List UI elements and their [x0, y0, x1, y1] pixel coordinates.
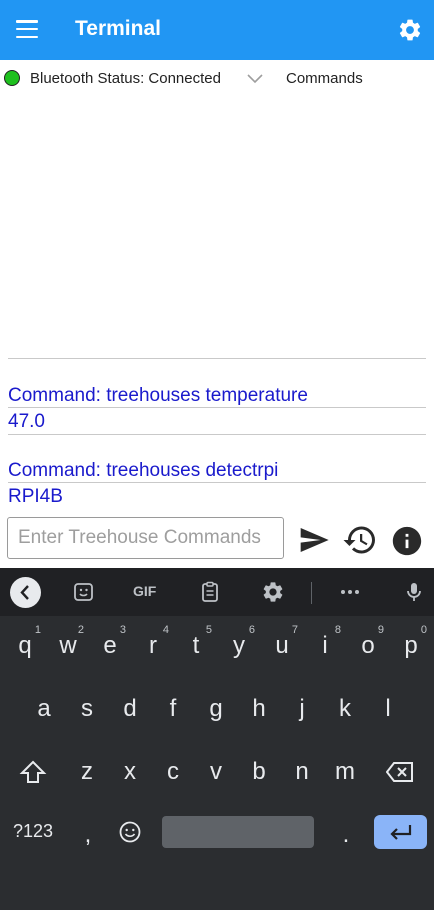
- key-n[interactable]: n: [281, 758, 323, 786]
- log-result-line: 47.0: [8, 411, 45, 432]
- key-t[interactable]: t5: [175, 624, 217, 660]
- bluetooth-status-row: Bluetooth Status: Connected Commands: [0, 60, 434, 98]
- connection-status-indicator: [4, 70, 20, 86]
- app-title: Terminal: [75, 17, 161, 40]
- key-b[interactable]: b: [238, 758, 280, 786]
- hamburger-menu-icon[interactable]: [16, 20, 38, 39]
- key-i[interactable]: i8: [304, 624, 346, 660]
- key-label: q: [18, 632, 32, 659]
- divider: [8, 358, 426, 359]
- history-icon[interactable]: [342, 522, 378, 558]
- sticker-icon[interactable]: [71, 580, 97, 604]
- gear-icon[interactable]: [260, 580, 286, 604]
- key-r[interactable]: r4: [132, 624, 174, 660]
- key-x[interactable]: x: [109, 758, 151, 786]
- key-label: t: [192, 632, 200, 659]
- key-p[interactable]: p0: [390, 624, 432, 660]
- toolbar-separator: [311, 582, 312, 604]
- key-label: i: [322, 632, 328, 659]
- chevron-down-icon[interactable]: [247, 74, 263, 84]
- key-label: w: [59, 632, 77, 659]
- symbols-key[interactable]: ?123: [6, 821, 60, 842]
- key-s[interactable]: s: [66, 695, 108, 723]
- gear-icon[interactable]: [397, 17, 423, 43]
- space-key[interactable]: [162, 816, 314, 848]
- key-a[interactable]: a: [23, 695, 65, 723]
- bluetooth-status-label: Bluetooth Status: Connected: [30, 70, 221, 87]
- key-u[interactable]: u7: [261, 624, 303, 660]
- key-hint: 3: [119, 624, 126, 636]
- key-label: p: [404, 632, 418, 659]
- key-j[interactable]: j: [281, 695, 323, 723]
- key-g[interactable]: g: [195, 695, 237, 723]
- emoji-icon[interactable]: [118, 820, 142, 844]
- key-label: y: [233, 632, 245, 659]
- key-d[interactable]: d: [109, 695, 151, 723]
- key-z[interactable]: z: [66, 758, 108, 786]
- log-command-line: Command: treehouses temperature: [8, 385, 308, 406]
- key-q[interactable]: q1: [4, 624, 46, 660]
- key-o[interactable]: o9: [347, 624, 389, 660]
- key-hint: 5: [205, 624, 212, 636]
- key-v[interactable]: v: [195, 758, 237, 786]
- enter-key[interactable]: [374, 815, 427, 849]
- divider: [8, 482, 426, 483]
- command-input[interactable]: [16, 518, 280, 558]
- app-bar: Terminal: [0, 0, 434, 60]
- comma-key[interactable]: ,: [70, 821, 106, 849]
- key-hint: 2: [77, 624, 84, 636]
- key-e[interactable]: e3: [89, 624, 131, 660]
- key-l[interactable]: l: [367, 695, 409, 723]
- key-hint: 6: [248, 624, 255, 636]
- divider: [8, 434, 426, 435]
- key-hint: 1: [34, 624, 41, 636]
- key-hint: 7: [291, 624, 298, 636]
- enter-arrow-icon: [390, 825, 412, 840]
- key-hint: 8: [334, 624, 341, 636]
- soft-keyboard: GIF q1 w2 e3 r4 t5 y6 u7 i8 o9 p0 a s d …: [0, 568, 434, 910]
- key-k[interactable]: k: [324, 695, 366, 723]
- key-hint: 4: [162, 624, 169, 636]
- key-h[interactable]: h: [238, 695, 280, 723]
- back-icon[interactable]: [10, 577, 41, 608]
- key-hint: 0: [420, 624, 427, 636]
- command-input-box: [7, 517, 284, 559]
- mic-icon[interactable]: [401, 580, 427, 604]
- key-label: e: [103, 632, 117, 659]
- key-w[interactable]: w2: [47, 624, 89, 660]
- log-result-line: RPI4B: [8, 486, 63, 507]
- send-icon[interactable]: [296, 524, 332, 556]
- shift-icon[interactable]: [19, 759, 47, 785]
- log-command-line: Command: treehouses detectrpi: [8, 460, 279, 481]
- key-label: r: [149, 632, 157, 659]
- commands-dropdown[interactable]: Commands: [286, 70, 363, 87]
- more-icon[interactable]: [337, 580, 363, 604]
- key-hint: 9: [377, 624, 384, 636]
- info-icon[interactable]: [390, 524, 424, 558]
- key-m[interactable]: m: [324, 758, 366, 786]
- divider: [8, 407, 426, 408]
- clipboard-icon[interactable]: [197, 580, 223, 604]
- gif-button[interactable]: GIF: [133, 583, 156, 599]
- key-y[interactable]: y6: [218, 624, 260, 660]
- backspace-icon[interactable]: [386, 760, 414, 784]
- key-label: u: [275, 632, 289, 659]
- period-key[interactable]: .: [328, 821, 364, 849]
- key-c[interactable]: c: [152, 758, 194, 786]
- key-label: o: [361, 632, 375, 659]
- keyboard-toolbar: GIF: [0, 568, 434, 616]
- key-f[interactable]: f: [152, 695, 194, 723]
